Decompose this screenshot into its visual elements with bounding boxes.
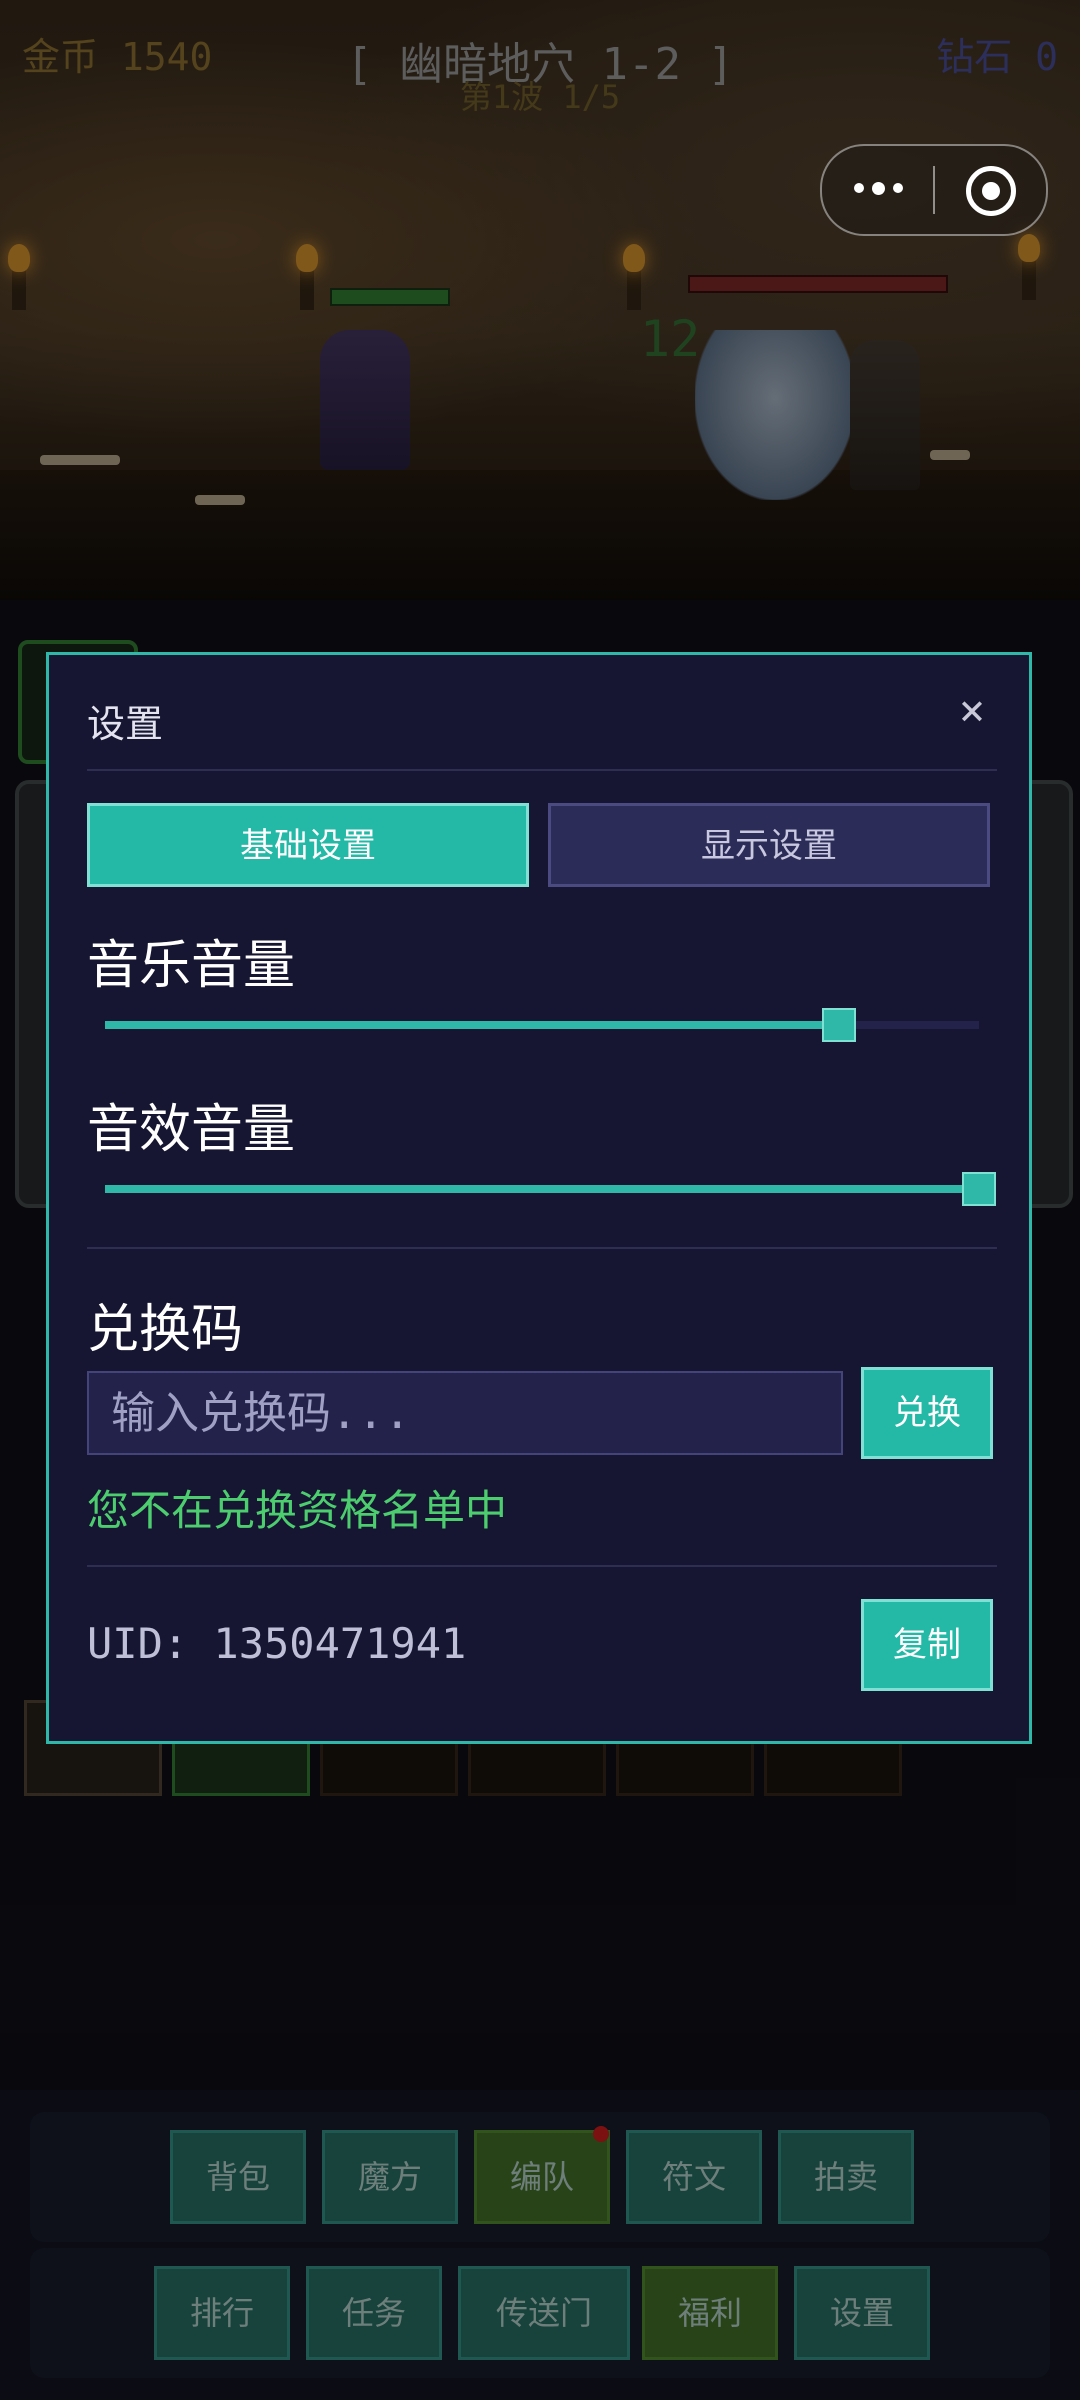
- redeem-button[interactable]: 兑换: [861, 1367, 993, 1459]
- redeem-code-input[interactable]: [87, 1371, 843, 1455]
- tab-basic-settings[interactable]: 基础设置: [87, 803, 529, 887]
- settings-modal: 设置 × 基础设置 显示设置 音乐音量 音效音量 兑换码 兑换 您不在兑换资格名…: [46, 652, 1032, 1744]
- uid-text: UID: 1350471941: [87, 1619, 467, 1668]
- sfx-volume-label: 音效音量: [87, 1100, 296, 1160]
- divider: [87, 1247, 997, 1249]
- sfx-volume-slider[interactable]: [105, 1172, 996, 1206]
- capsule-divider: [933, 166, 935, 214]
- sfx-volume-fill: [105, 1185, 979, 1193]
- music-volume-fill: [105, 1021, 839, 1029]
- miniprogram-capsule: [820, 144, 1048, 236]
- tab-display-settings[interactable]: 显示设置: [548, 803, 990, 887]
- copy-uid-button[interactable]: 复制: [861, 1599, 993, 1691]
- divider: [87, 769, 997, 771]
- divider: [87, 1565, 997, 1567]
- music-volume-slider[interactable]: [105, 1008, 979, 1042]
- close-icon[interactable]: ×: [951, 689, 993, 733]
- music-volume-handle[interactable]: [822, 1008, 856, 1042]
- redeem-code-label: 兑换码: [87, 1300, 244, 1360]
- music-volume-label: 音乐音量: [87, 936, 296, 996]
- sfx-volume-handle[interactable]: [962, 1172, 996, 1206]
- more-menu-icon[interactable]: [850, 176, 910, 200]
- redeem-status-message: 您不在兑换资格名单中: [87, 1486, 508, 1535]
- close-target-icon[interactable]: [966, 166, 1016, 216]
- modal-title: 设置: [87, 702, 164, 746]
